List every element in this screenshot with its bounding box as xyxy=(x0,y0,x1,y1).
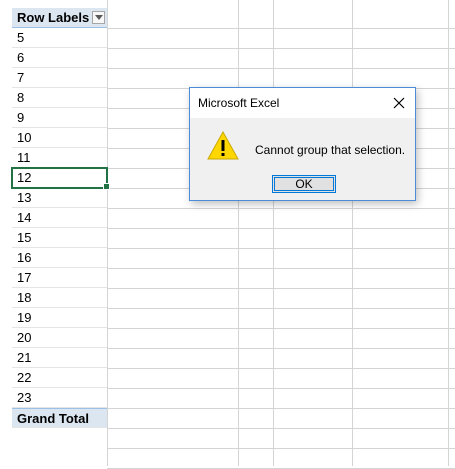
pivot-row[interactable]: 16 xyxy=(12,248,107,268)
worksheet[interactable]: Row Labels 5 6 7 8 9 10 11 12 13 14 15 16 17 18 19 20 21… xyxy=(0,0,455,469)
pivot-row-label: 23 xyxy=(17,390,32,405)
pivot-row[interactable]: 6 xyxy=(12,48,107,68)
pivot-row[interactable]: 20 xyxy=(12,328,107,348)
row-labels-header[interactable]: Row Labels xyxy=(12,8,107,28)
pivot-row[interactable]: 23 xyxy=(12,388,107,408)
warning-icon xyxy=(207,130,239,166)
gridline xyxy=(352,0,353,466)
pivot-row-label: 12 xyxy=(17,170,32,185)
gridline xyxy=(107,68,455,69)
row-labels-header-text: Row Labels xyxy=(17,10,90,25)
pivot-row[interactable]: 7 xyxy=(12,68,107,88)
pivot-row-label: 9 xyxy=(17,110,25,125)
gridline xyxy=(107,428,455,429)
pivot-row-label: 18 xyxy=(17,290,32,305)
error-dialog: Microsoft Excel Cannot group that select… xyxy=(189,87,416,201)
gridline xyxy=(448,0,449,466)
pivot-row-label: 5 xyxy=(17,30,25,45)
gridline xyxy=(107,388,455,389)
gridline xyxy=(107,268,455,269)
pivot-row[interactable]: 5 xyxy=(12,28,107,48)
pivot-row[interactable]: 14 xyxy=(12,208,107,228)
gridline xyxy=(107,348,455,349)
gridline xyxy=(107,408,455,409)
pivot-row-label: 15 xyxy=(17,230,32,245)
pivot-row-label: 17 xyxy=(17,270,32,285)
pivot-row[interactable]: 22 xyxy=(12,368,107,388)
pivot-row-label: 21 xyxy=(17,350,32,365)
gridline xyxy=(107,288,455,289)
gridline xyxy=(107,228,455,229)
gridline xyxy=(107,368,455,369)
gridline xyxy=(107,308,455,309)
pivot-row-label: 10 xyxy=(17,130,32,145)
pivot-row[interactable]: 15 xyxy=(12,228,107,248)
pivot-row-label: 7 xyxy=(17,70,25,85)
pivot-row-label: 14 xyxy=(17,210,32,225)
pivot-row[interactable]: 9 xyxy=(12,108,107,128)
ok-button[interactable]: OK xyxy=(272,175,336,193)
gridline xyxy=(107,248,455,249)
pivot-row-label: 16 xyxy=(17,250,32,265)
pivot-row-label: 20 xyxy=(17,330,32,345)
pivot-row[interactable]: 10 xyxy=(12,128,107,148)
gridline xyxy=(107,28,455,29)
pivot-row[interactable]: 19 xyxy=(12,308,107,328)
gridline xyxy=(107,328,455,329)
filter-dropdown-button[interactable] xyxy=(92,11,105,24)
gridline xyxy=(273,0,274,466)
pivot-row[interactable]: 8 xyxy=(12,88,107,108)
pivot-row-label: 19 xyxy=(17,310,32,325)
dialog-message: Cannot group that selection. xyxy=(255,143,406,157)
pivot-row-label: 8 xyxy=(17,90,25,105)
pivot-row-label: 13 xyxy=(17,190,32,205)
pivot-row-label: 11 xyxy=(17,150,31,165)
chevron-down-icon xyxy=(95,15,103,20)
grand-total-row[interactable]: Grand Total xyxy=(12,408,107,428)
selected-cell[interactable]: 12 xyxy=(11,167,110,190)
pivot-row-label: 22 xyxy=(17,370,32,385)
pivot-row-label: 6 xyxy=(17,50,25,65)
pivot-row[interactable]: 11 xyxy=(12,148,107,168)
dialog-title: Microsoft Excel xyxy=(198,96,280,110)
dialog-titlebar[interactable]: Microsoft Excel xyxy=(190,88,415,118)
fill-handle[interactable] xyxy=(103,183,110,190)
gridline xyxy=(107,208,455,209)
gridline xyxy=(238,0,239,466)
dialog-close-button[interactable] xyxy=(389,93,409,113)
pivot-row[interactable]: 13 xyxy=(12,188,107,208)
pivot-row[interactable]: 17 xyxy=(12,268,107,288)
gridline xyxy=(107,0,108,466)
gridline xyxy=(107,48,455,49)
pivot-row[interactable]: 18 xyxy=(12,288,107,308)
pivot-row[interactable]: 21 xyxy=(12,348,107,368)
gridline xyxy=(107,448,455,449)
pivot-table[interactable]: Row Labels 5 6 7 8 9 10 11 12 13 14 15 16 17 18 19 20 21… xyxy=(11,8,110,428)
close-icon xyxy=(393,97,405,109)
grand-total-label: Grand Total xyxy=(17,411,89,426)
